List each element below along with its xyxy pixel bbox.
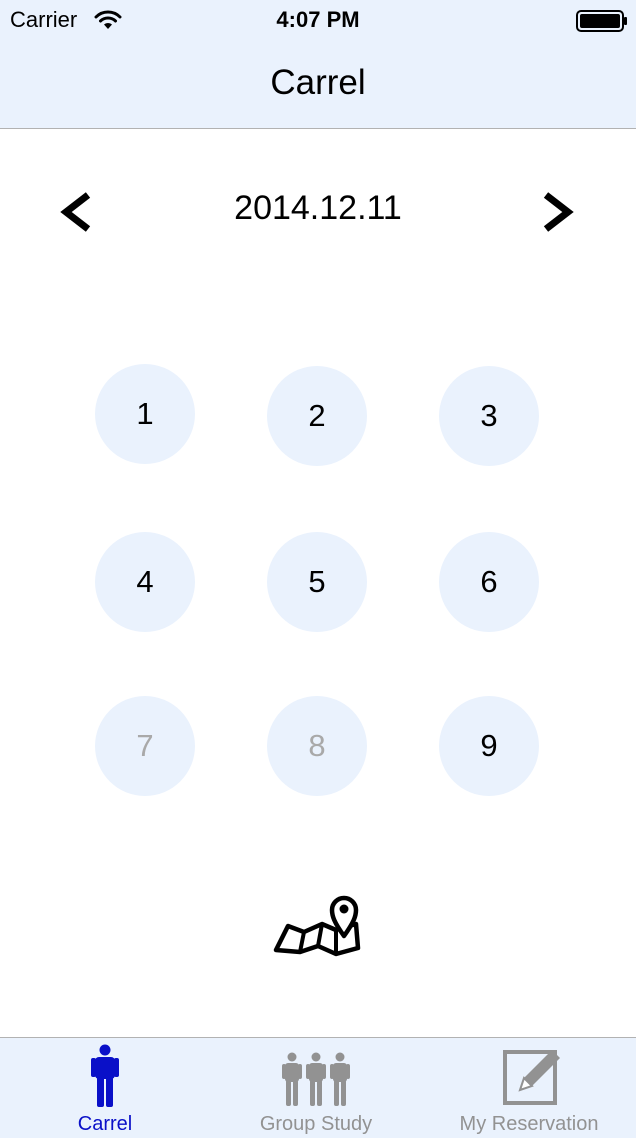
tab-my-reservation[interactable]: My Reservation xyxy=(422,1038,636,1138)
tab-label: Carrel xyxy=(77,1113,133,1135)
seat-number: 8 xyxy=(308,728,326,763)
chevron-right-icon[interactable] xyxy=(538,190,578,234)
page-title: Carrel xyxy=(270,63,366,102)
seat-button[interactable]: 7 xyxy=(95,696,195,796)
seat-number: 3 xyxy=(480,398,498,433)
person-icon xyxy=(91,1044,119,1107)
status-time: 4:07 PM xyxy=(276,7,360,32)
seat-button[interactable]: 6 xyxy=(439,532,539,632)
map-pin-icon[interactable] xyxy=(272,888,362,958)
tab-carrel[interactable]: Carrel xyxy=(0,1038,210,1138)
navigation-bar: Carrel xyxy=(0,40,636,129)
battery-icon xyxy=(576,10,627,32)
tab-label: Group Study xyxy=(259,1113,373,1135)
seat-button[interactable]: 1 xyxy=(95,364,195,464)
status-bar: Carrier 4:07 PM xyxy=(0,0,636,40)
seat-button[interactable]: 5 xyxy=(267,532,367,632)
tab-label: My Reservation xyxy=(459,1113,599,1135)
seat-number: 6 xyxy=(480,564,498,599)
group-icon xyxy=(282,1052,350,1106)
seat-number: 4 xyxy=(136,564,154,599)
edit-icon xyxy=(503,1050,560,1105)
seat-number: 2 xyxy=(308,398,326,433)
tab-group-study[interactable]: Group Study xyxy=(210,1038,422,1138)
seat-button[interactable]: 9 xyxy=(439,696,539,796)
seat-button[interactable]: 8 xyxy=(267,696,367,796)
seat-button[interactable]: 3 xyxy=(439,366,539,466)
seat-number: 7 xyxy=(136,728,154,763)
seat-button[interactable]: 2 xyxy=(267,366,367,466)
seat-number: 5 xyxy=(308,564,326,599)
tab-bar: Carrel Group Study My Reservation xyxy=(0,1037,636,1138)
seat-number: 1 xyxy=(136,396,154,431)
seat-button[interactable]: 4 xyxy=(95,532,195,632)
seat-number: 9 xyxy=(480,728,498,763)
